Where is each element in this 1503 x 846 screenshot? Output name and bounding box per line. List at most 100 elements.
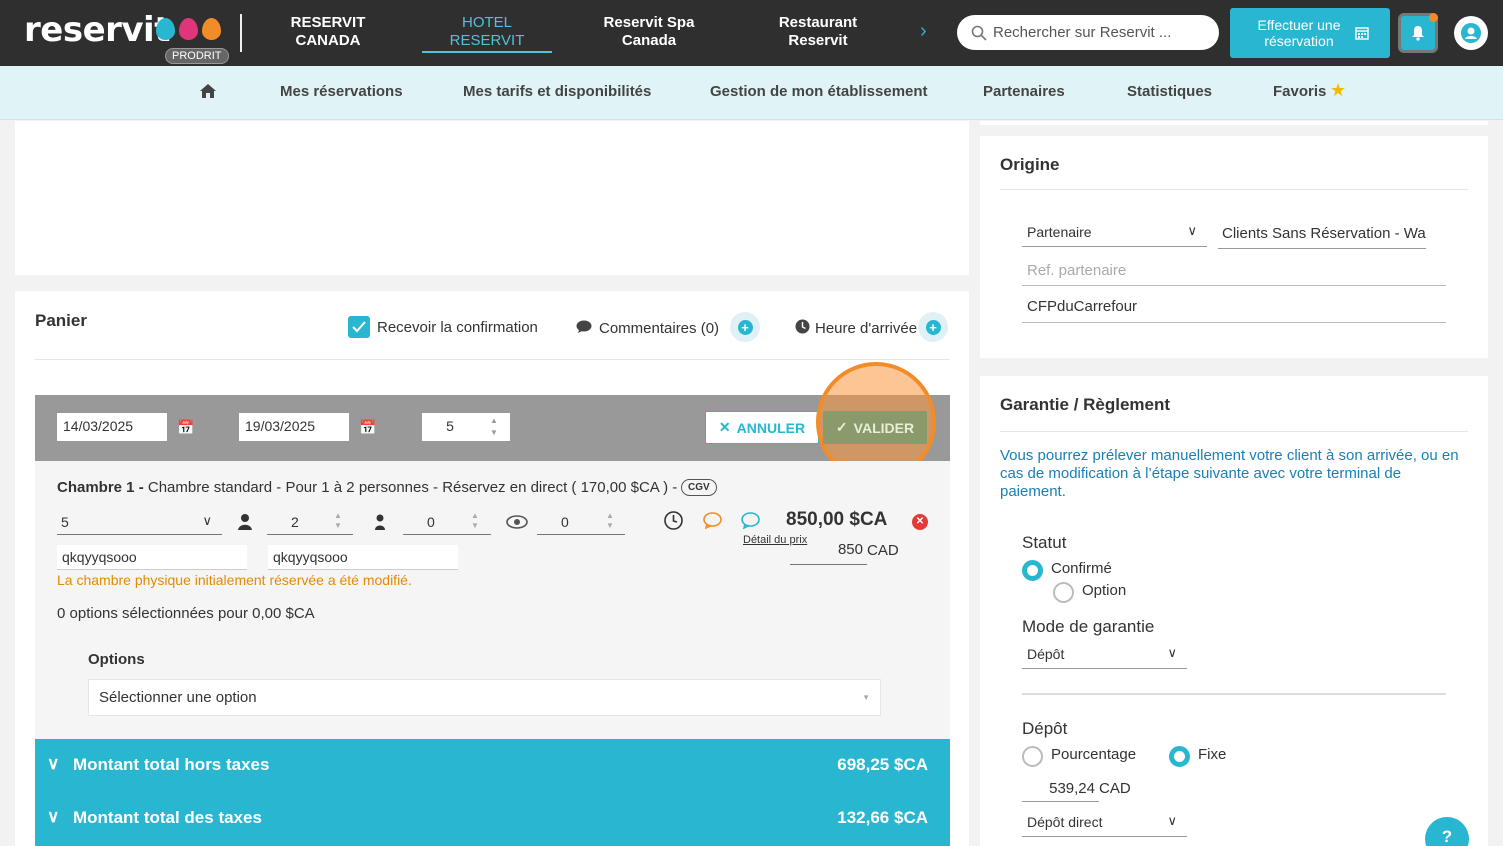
nights-input[interactable]: 5 <box>422 413 478 441</box>
nav-hotel-reservit[interactable]: HOTEL RESERVIT <box>422 14 552 53</box>
adult-icon <box>236 513 254 535</box>
guest-lastname-input[interactable]: qkqyyqsooo <box>268 545 458 570</box>
add-arrival-button[interactable]: + <box>918 312 948 342</box>
room-select[interactable]: 5 ∨ <box>57 511 222 535</box>
comment-icon[interactable] <box>703 512 722 533</box>
calendar-icon <box>1354 27 1369 40</box>
plus-icon: + <box>925 319 941 335</box>
env-badge: PRODRIT <box>165 48 229 64</box>
star-icon: ★ <box>1330 80 1347 100</box>
divider <box>35 359 950 360</box>
chevron-down-icon: ∨ <box>1167 645 1177 660</box>
remove-room-icon[interactable]: ✕ <box>912 514 928 530</box>
chevron-down-icon: ∨ <box>202 513 212 528</box>
subnav-statistiques[interactable]: Statistiques <box>1127 83 1212 100</box>
subnav-reservations[interactable]: Mes réservations <box>280 83 403 100</box>
partner-name-input[interactable]: Clients Sans Réservation - Wa <box>1218 225 1426 249</box>
user-avatar[interactable] <box>1454 16 1488 50</box>
total-tax-bar[interactable]: ∨ Montant total des taxes 132,66 $CA <box>35 792 950 846</box>
adults-stepper[interactable]: ▲ ▼ <box>334 511 342 531</box>
spa-icon <box>179 18 198 40</box>
calendar-icon[interactable]: 📅 <box>359 419 376 436</box>
arrival-label: Heure d'arrivée <box>815 320 918 337</box>
partner-ref-input[interactable]: Ref. partenaire <box>1022 262 1446 286</box>
origine-title: Origine <box>1000 155 1060 174</box>
chevron-down-icon: ∨ <box>47 754 60 773</box>
babies-stepper[interactable]: ▲ ▼ <box>606 511 614 531</box>
room-price: 850,00 $CA <box>786 509 888 530</box>
subnav-tarifs[interactable]: Mes tarifs et disponibilités <box>463 83 651 100</box>
total-ht-label: Montant total hors taxes <box>73 755 270 774</box>
bell-icon <box>1412 26 1424 41</box>
date-to-input[interactable]: 19/03/2025 <box>239 413 349 441</box>
price-input[interactable]: 850 <box>790 541 867 565</box>
calendar-icon[interactable]: 📅 <box>177 419 194 436</box>
confirm-checkbox[interactable] <box>348 316 370 338</box>
depot-type-select[interactable]: Dépôt direct ∨ <box>1022 813 1187 837</box>
child-icon <box>372 513 388 535</box>
garantie-info: Vous pourrez prélever manuellement votre… <box>1000 447 1459 500</box>
mode-label: Mode de garantie <box>1022 617 1155 636</box>
search-input[interactable]: Rechercher sur Reservit ... <box>957 15 1219 50</box>
statut-option-label: Option <box>1082 582 1127 599</box>
total-tax-value: 132,66 $CA <box>837 808 928 827</box>
reservit-logo[interactable]: reservit <box>24 10 170 50</box>
date-from-input[interactable]: 14/03/2025 <box>57 413 167 441</box>
statut-label: Statut <box>1022 533 1067 552</box>
notification-dot <box>1429 13 1438 22</box>
restaurant-icon <box>202 18 221 40</box>
children-stepper[interactable]: ▲ ▼ <box>471 511 479 531</box>
nav-reservit-spa-canada[interactable]: Reservit Spa Canada <box>598 14 700 50</box>
comment-icon <box>576 320 592 338</box>
bed-icon <box>156 18 175 40</box>
clock-icon <box>795 319 810 338</box>
divider <box>1000 189 1468 190</box>
cancel-button[interactable]: ✕ ANNULER <box>705 411 819 444</box>
depot-percent-radio[interactable] <box>1022 746 1043 767</box>
add-comment-button[interactable]: + <box>730 312 760 342</box>
chevron-right-icon[interactable]: › <box>920 20 927 43</box>
partner-type-select[interactable]: Partenaire ∨ <box>1022 223 1207 247</box>
validate-button[interactable]: ✓ VALIDER <box>823 411 927 444</box>
divider <box>1022 693 1446 695</box>
nights-stepper[interactable]: ▲ ▼ <box>478 413 510 441</box>
chevron-down-icon: ∨ <box>1187 223 1197 238</box>
nav-restaurant-reservit[interactable]: Restaurant Reservit <box>770 14 866 50</box>
clock-icon[interactable] <box>664 511 683 534</box>
total-ht-bar[interactable]: ∨ Montant total hors taxes 698,25 $CA <box>35 739 950 792</box>
blank-card <box>15 121 969 275</box>
mode-select[interactable]: Dépôt ∨ <box>1022 645 1187 669</box>
subnav-favoris[interactable]: Favoris <box>1273 83 1326 100</box>
chevron-down-icon: ∨ <box>1167 813 1177 828</box>
options-summary: 0 options sélectionnées pour 0,00 $CA <box>57 605 315 622</box>
options-select[interactable]: Sélectionner une option ▼ <box>88 679 881 716</box>
panier-title: Panier <box>35 311 87 330</box>
book-button[interactable]: Effectuer une réservation <box>1230 8 1390 58</box>
confirm-label: Recevoir la confirmation <box>377 319 538 336</box>
nav-reservit-canada[interactable]: RESERVIT CANADA <box>288 14 368 50</box>
partner-code-input[interactable]: CFPduCarrefour <box>1022 298 1446 323</box>
depot-label: Dépôt <box>1022 719 1068 738</box>
search-icon <box>971 25 987 41</box>
guest-firstname-input[interactable]: qkqyyqsooo <box>57 545 247 570</box>
total-ht-value: 698,25 $CA <box>837 755 928 774</box>
user-icon <box>1461 23 1481 43</box>
statut-confirmed-label: Confirmé <box>1051 560 1112 577</box>
statut-confirmed-radio[interactable] <box>1022 560 1043 581</box>
home-icon[interactable] <box>199 83 217 103</box>
message-icon[interactable] <box>741 512 760 533</box>
room-warning: La chambre physique initialement réservé… <box>57 572 412 588</box>
plus-icon: + <box>737 319 753 335</box>
depot-percent-label: Pourcentage <box>1051 746 1137 763</box>
cgv-badge[interactable]: CGV <box>681 479 717 496</box>
price-currency: CAD <box>867 542 899 559</box>
subnav-gestion[interactable]: Gestion de mon établissement <box>710 83 928 100</box>
subnav-partenaires[interactable]: Partenaires <box>983 83 1065 100</box>
depot-fixed-radio[interactable] <box>1169 746 1190 767</box>
check-icon: ✓ <box>835 419 848 435</box>
depot-amount-input[interactable]: 539,24 <box>1022 780 1099 802</box>
close-icon: ✕ <box>718 419 731 435</box>
chevron-down-icon: ∨ <box>47 807 60 826</box>
statut-option-radio[interactable] <box>1053 582 1074 603</box>
total-tax-label: Montant total des taxes <box>73 808 262 827</box>
